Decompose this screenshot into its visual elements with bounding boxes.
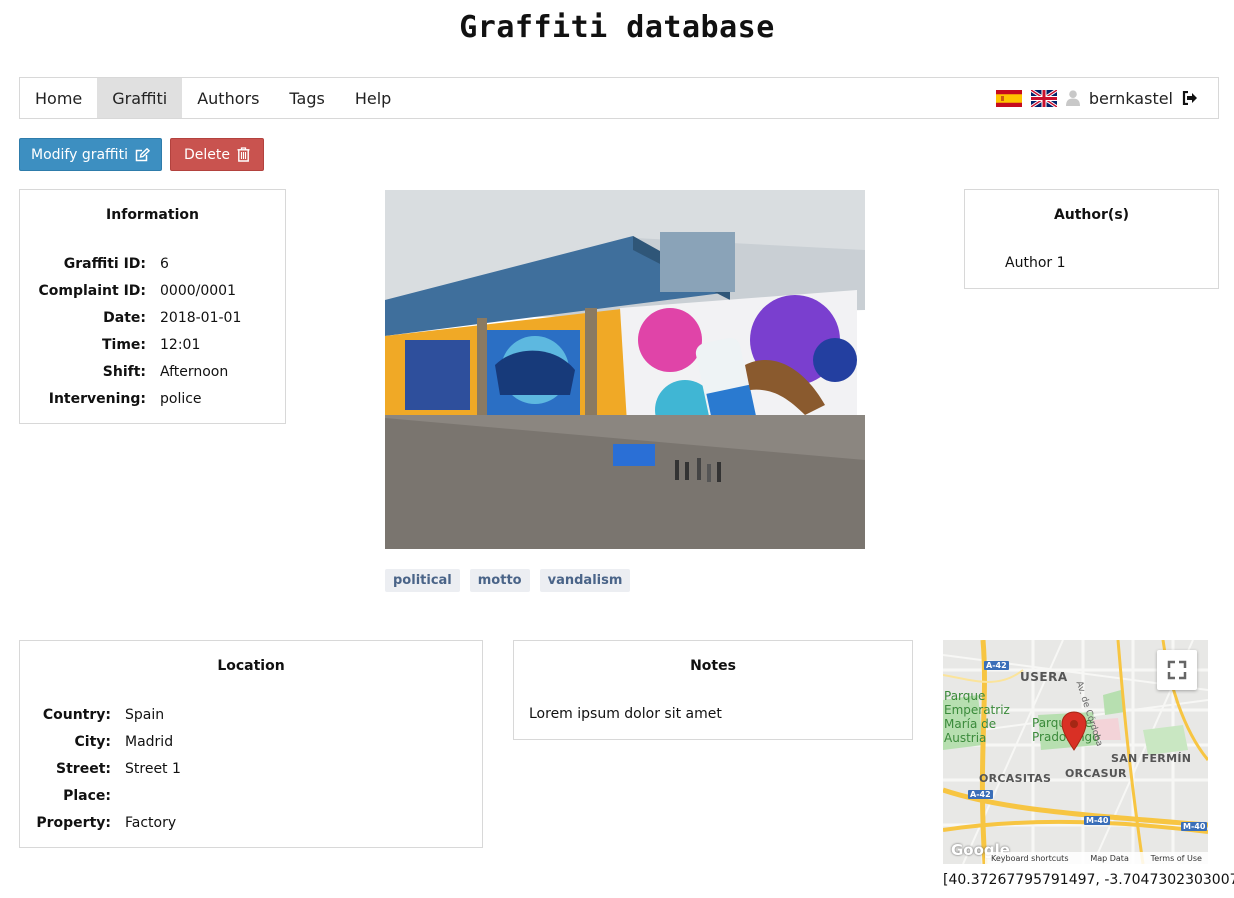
property-label: Property: — [36, 815, 111, 831]
spanish-flag-icon[interactable] — [995, 89, 1022, 107]
street-value: Street 1 — [125, 761, 181, 777]
tag-motto[interactable]: motto — [469, 569, 530, 592]
location-title: Location — [217, 658, 285, 674]
place-label: Place: — [63, 788, 111, 804]
keyboard-shortcuts-link[interactable]: Keyboard shortcuts — [991, 854, 1068, 863]
nav-tags[interactable]: Tags — [274, 78, 339, 118]
shift-value: Afternoon — [160, 364, 229, 380]
location-map[interactable]: A-42 A-42 M-40 M-40 USERA Parque Emperat… — [943, 640, 1208, 864]
country-value: Spain — [125, 707, 165, 723]
username-label[interactable]: bernkastel — [1089, 89, 1173, 108]
tag-list: political motto vandalism — [385, 569, 631, 592]
nav-home[interactable]: Home — [20, 78, 97, 118]
uk-flag-icon[interactable] — [1030, 89, 1057, 107]
delete-button[interactable]: Delete — [170, 138, 264, 171]
property-value: Factory — [125, 815, 177, 831]
authors-panel: Author(s) Author 1 — [964, 189, 1219, 289]
author-link[interactable]: Author 1 — [1005, 255, 1218, 271]
information-panel: Information Graffiti ID: 6 Complaint ID:… — [19, 189, 286, 424]
time-label: Time: — [101, 337, 146, 353]
time-value: 12:01 — [160, 337, 201, 353]
intervening-label: Intervening: — [48, 391, 146, 407]
street-label: Street: — [56, 761, 111, 777]
intervening-value: police — [160, 391, 202, 407]
information-list: Graffiti ID: 6 Complaint ID: 0000/0001 D… — [20, 255, 285, 409]
main-navbar: Home Graffiti Authors Tags Help bernkast… — [19, 77, 1219, 119]
parque-emperatriz-line1: Parque — [944, 689, 986, 703]
usera-label: USERA — [1020, 670, 1068, 684]
complaint-id-label: Complaint ID: — [38, 283, 146, 299]
complaint-id-value: 0000/0001 — [160, 283, 236, 299]
trash-icon — [237, 147, 250, 162]
location-panel: Location Country: Spain City: Madrid Str… — [19, 640, 483, 848]
city-value: Madrid — [125, 734, 174, 750]
nav-help[interactable]: Help — [340, 78, 406, 118]
date-value: 2018-01-01 — [160, 310, 242, 326]
authors-title: Author(s) — [1053, 207, 1130, 223]
graffiti-photo-image — [385, 190, 865, 549]
nav-authors[interactable]: Authors — [182, 78, 274, 118]
notes-title: Notes — [690, 658, 736, 674]
date-label: Date: — [103, 310, 146, 326]
notes-panel: Notes Lorem ipsum dolor sit amet — [513, 640, 913, 740]
notes-text: Lorem ipsum dolor sit amet — [529, 706, 722, 722]
graffiti-id-label: Graffiti ID: — [63, 256, 146, 272]
location-list: Country: Spain City: Madrid Street: Stre… — [20, 706, 482, 833]
tag-vandalism[interactable]: vandalism — [539, 569, 631, 592]
san-fermin-label: SAN FERMÍN — [1111, 752, 1192, 765]
nav-graffiti[interactable]: Graffiti — [97, 78, 183, 118]
edit-icon — [135, 147, 150, 161]
modify-graffiti-label: Modify graffiti — [31, 146, 128, 163]
country-label: Country: — [42, 707, 111, 723]
orcasur-label: ORCASUR — [1065, 767, 1127, 780]
page-title: Graffiti database — [459, 10, 775, 45]
fullscreen-icon — [1167, 660, 1187, 680]
m40-mid-shield: M-40 — [1084, 816, 1111, 825]
graffiti-photo[interactable] — [385, 190, 865, 549]
information-title: Information — [106, 207, 199, 223]
map-data-link[interactable]: Map Data — [1090, 854, 1129, 863]
orcasitas-label: ORCASITAS — [979, 772, 1052, 785]
map-coordinates: [40.37267795791497, -3.70473023030079] — [943, 872, 1234, 888]
parque-emperatriz-line3: María de — [944, 717, 997, 731]
terms-of-use-link[interactable]: Terms of Use — [1151, 854, 1202, 863]
delete-label: Delete — [184, 146, 230, 163]
tag-political[interactable]: political — [385, 569, 460, 592]
map-footer-bar: Keyboard shortcuts Map Data Terms of Use — [985, 852, 1208, 864]
parque-emperatriz-label: Parque Emperatriz María de Austria — [944, 689, 1010, 745]
shift-label: Shift: — [102, 364, 146, 380]
map-marker-icon[interactable] — [1061, 711, 1087, 751]
city-label: City: — [74, 734, 112, 750]
m40-right-shield: M-40 — [1181, 822, 1208, 831]
parque-emperatriz-line4: Austria — [944, 731, 987, 745]
graffiti-id-value: 6 — [160, 256, 169, 272]
place-value — [125, 787, 482, 806]
a42-top-shield: A-42 — [984, 661, 1009, 670]
map-fullscreen-button[interactable] — [1157, 650, 1197, 690]
parque-emperatriz-line2: Emperatriz — [944, 703, 1010, 717]
a42-bottom-shield: A-42 — [968, 790, 993, 799]
logout-icon[interactable] — [1182, 91, 1198, 105]
modify-graffiti-button[interactable]: Modify graffiti — [19, 138, 162, 171]
nav-user-area: bernkastel — [995, 78, 1218, 118]
user-icon — [1065, 90, 1080, 106]
